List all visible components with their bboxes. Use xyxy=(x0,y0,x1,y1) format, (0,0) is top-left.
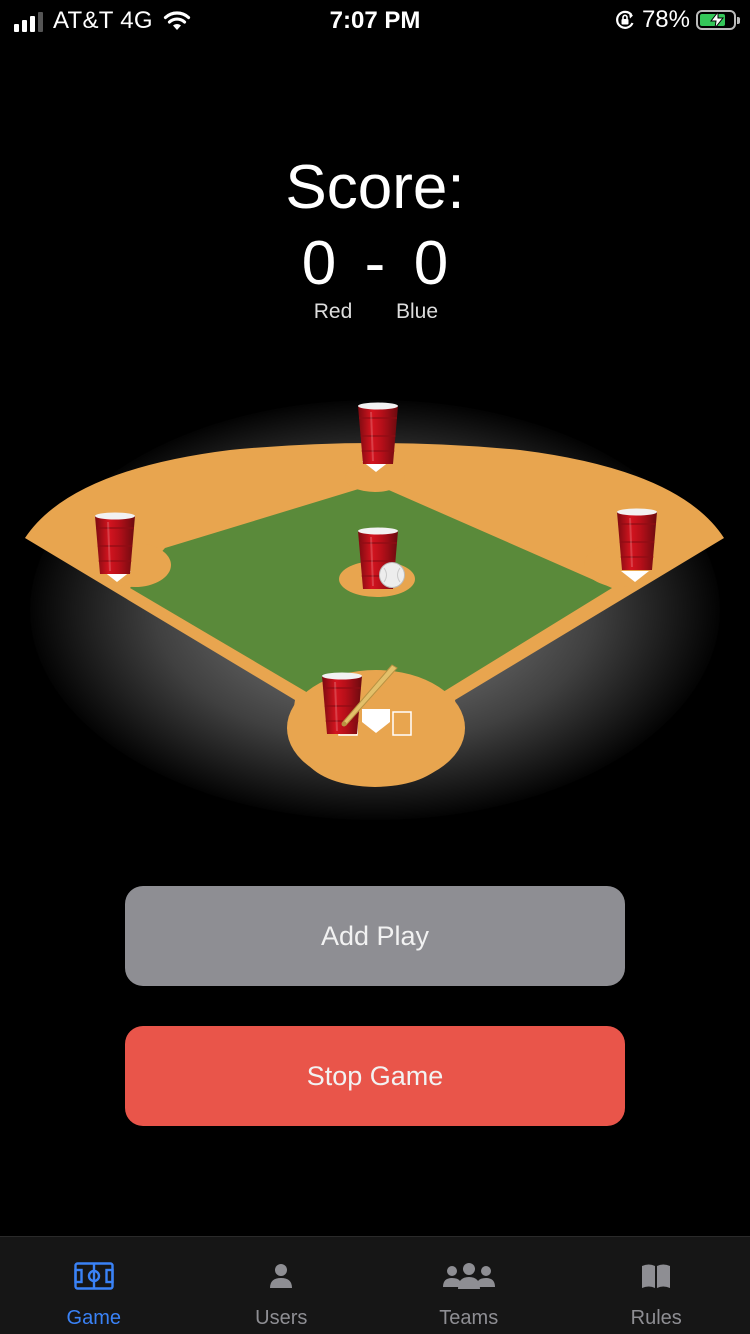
red-score: 0 xyxy=(301,229,337,298)
red-cup-icon[interactable] xyxy=(94,511,136,575)
person-icon xyxy=(270,1264,293,1288)
tab-bar: Game Users Teams Rules xyxy=(0,1236,750,1334)
tab-teams-label: Teams xyxy=(439,1307,499,1329)
tab-rules[interactable]: Rules xyxy=(563,1237,750,1334)
status-right: 78% xyxy=(614,6,740,34)
battery-charging-icon xyxy=(696,10,740,30)
blue-team-label: Blue xyxy=(395,300,439,323)
team-labels: Red Blue xyxy=(0,300,750,324)
status-bar: AT&T 4G 7:07 PM 78% xyxy=(0,0,750,40)
book-icon xyxy=(642,1264,671,1288)
tab-rules-label: Rules xyxy=(630,1307,682,1329)
blue-score: 0 xyxy=(413,229,449,298)
tab-game[interactable]: Game xyxy=(0,1237,188,1334)
stop-game-button[interactable]: Stop Game xyxy=(125,1026,625,1126)
score-display: 0 - 0 xyxy=(0,228,750,299)
orientation-lock-icon xyxy=(616,10,634,29)
field-icon xyxy=(74,1262,114,1290)
tab-users[interactable]: Users xyxy=(188,1237,376,1334)
battery-percent: 78% xyxy=(641,6,690,33)
tab-teams[interactable]: Teams xyxy=(375,1237,563,1334)
charging-bolt-icon xyxy=(710,12,724,28)
game-screen: AT&T 4G 7:07 PM 78% Score: 0 - 0 Red Blu… xyxy=(0,0,750,1334)
tab-users-label: Users xyxy=(255,1307,308,1329)
baseball-field xyxy=(25,401,724,787)
score-title: Score: xyxy=(285,153,465,222)
score-separator: - xyxy=(364,229,386,298)
red-team-label: Red xyxy=(313,300,353,323)
tab-game-label: Game xyxy=(66,1307,121,1329)
baseball-icon xyxy=(379,562,405,588)
red-cup-icon[interactable] xyxy=(616,507,658,571)
red-cup-icon[interactable] xyxy=(357,401,399,465)
add-play-button[interactable]: Add Play xyxy=(125,886,625,986)
people-icon xyxy=(442,1263,495,1289)
